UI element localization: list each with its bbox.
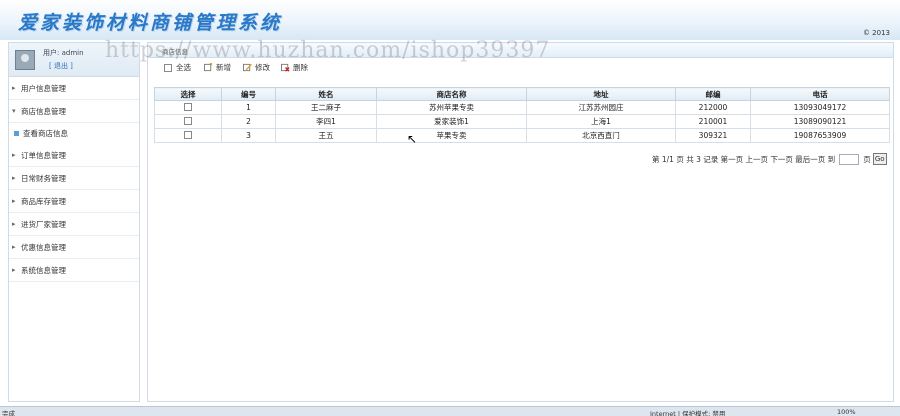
sidebar-item-finance-management[interactable]: ▸ 日常财务管理 <box>9 167 139 190</box>
table-row[interactable]: 3 王五 苹果专卖 北京西直门 309321 19087653909 <box>154 128 890 143</box>
select-all-toggle[interactable]: 全选 <box>164 62 191 73</box>
delete-icon <box>281 63 290 72</box>
sidebar-item-label: 日常财务管理 <box>21 174 66 183</box>
copyright-text: © 2013 <box>862 29 890 37</box>
cell-phone: 19087653909 <box>750 128 890 143</box>
add-button[interactable]: 新增 <box>204 62 231 73</box>
cell-address: 上海1 <box>526 114 676 129</box>
page-number-input[interactable] <box>839 153 860 165</box>
cell-address: 江苏苏州园庄 <box>526 100 676 115</box>
cell-name: 王二麻子 <box>275 100 377 115</box>
sidebar-item-label: 订单信息管理 <box>21 151 66 160</box>
security-zone-text: Internet | 保护模式: 禁用 <box>650 410 726 416</box>
sidebar-item-label: 优惠信息管理 <box>21 243 66 252</box>
column-header-shop-name: 商店名称 <box>376 87 527 101</box>
table-row[interactable]: 1 王二麻子 苏州苹果专卖 江苏苏州园庄 212000 13093049172 <box>154 100 890 115</box>
column-header-zip: 邮编 <box>675 87 751 101</box>
row-select-cell <box>154 128 222 143</box>
watermark-overlay: https://www.huzhan.com/ishop39397 <box>105 38 551 63</box>
select-all-label: 全选 <box>176 63 191 72</box>
sidebar-item-inventory-management[interactable]: ▸ 商品库存管理 <box>9 190 139 213</box>
cell-phone: 13089090121 <box>750 114 890 129</box>
sidebar-item-label: 用户信息管理 <box>21 84 66 93</box>
status-text: 完成 <box>2 410 15 416</box>
chevron-right-icon: ▸ <box>12 220 16 228</box>
row-select-cell <box>154 114 222 129</box>
app-title: 爱家装饰材料商铺管理系统 <box>18 12 283 34</box>
sidebar-item-user-management[interactable]: ▸ 用户信息管理 <box>9 77 139 100</box>
user-name: 用户: admin <box>43 49 84 57</box>
row-checkbox[interactable] <box>184 130 192 139</box>
mouse-cursor-icon: ↖ <box>407 132 418 146</box>
column-header-phone: 电话 <box>750 87 890 101</box>
chevron-right-icon: ▸ <box>12 84 16 92</box>
go-button[interactable]: Go <box>872 153 887 165</box>
delete-button[interactable]: 删除 <box>281 62 308 73</box>
chevron-down-icon: ▾ <box>12 107 16 115</box>
cell-shop-name: 爱家装饰1 <box>376 114 527 129</box>
edit-button[interactable]: 修改 <box>243 62 270 73</box>
chevron-right-icon: ▸ <box>12 151 16 159</box>
sidebar-item-label: 系统信息管理 <box>21 266 66 275</box>
page-suffix: 页 <box>863 154 871 164</box>
sidebar: 用户: admin [ 退出 ] ▸ 用户信息管理 ▾ 商店信息管理 查看商店信… <box>8 42 140 402</box>
shop-table: 选择 编号 姓名 商店名称 地址 邮编 电话 1 王二麻子 苏州苹果专卖 江苏苏… <box>154 87 890 143</box>
edit-icon <box>243 63 252 72</box>
sidebar-item-system-management[interactable]: ▸ 系统信息管理 <box>9 259 139 282</box>
chevron-right-icon: ▸ <box>12 266 16 274</box>
column-header-address: 地址 <box>526 87 676 101</box>
row-checkbox[interactable] <box>184 116 192 125</box>
column-header-name: 姓名 <box>275 87 377 101</box>
sidebar-item-supplier-management[interactable]: ▸ 进货厂家管理 <box>9 213 139 236</box>
add-label: 新增 <box>216 63 231 72</box>
sidebar-subitem-label: 查看商店信息 <box>23 129 68 138</box>
sidebar-item-discount-management[interactable]: ▸ 优惠信息管理 <box>9 236 139 259</box>
pagination: 第 1/1 页 共 3 记录 第一页 上一页 下一页 最后一页 到 页 Go <box>652 153 887 165</box>
table-header-row: 选择 编号 姓名 商店名称 地址 邮编 电话 <box>154 87 890 101</box>
select-all-checkbox[interactable] <box>164 63 172 72</box>
pagination-text: 第 1/1 页 共 3 记录 第一页 上一页 下一页 最后一页 到 <box>652 154 836 164</box>
cell-phone: 13093049172 <box>750 100 890 115</box>
cell-address: 北京西直门 <box>526 128 676 143</box>
chevron-right-icon: ▸ <box>12 197 16 205</box>
sidebar-item-shop-management[interactable]: ▾ 商店信息管理 <box>9 100 139 123</box>
browser-status-bar: 完成 Internet | 保护模式: 禁用 100% <box>0 406 900 416</box>
row-select-cell <box>154 100 222 115</box>
sidebar-subitem-view-shop-info[interactable]: 查看商店信息 <box>9 123 139 144</box>
column-header-select: 选择 <box>154 87 222 101</box>
cell-shop-name: 苹果专卖 <box>376 128 527 143</box>
chevron-right-icon: ▸ <box>12 243 16 251</box>
cell-zip: 309321 <box>675 128 751 143</box>
add-icon <box>204 63 213 72</box>
sidebar-item-label: 商店信息管理 <box>21 107 66 116</box>
row-checkbox[interactable] <box>184 102 192 111</box>
column-header-id: 编号 <box>221 87 276 101</box>
bullet-square-icon <box>14 131 19 136</box>
chevron-right-icon: ▸ <box>12 174 16 182</box>
cell-zip: 210001 <box>675 114 751 129</box>
delete-label: 删除 <box>293 63 308 72</box>
cell-name: 李四1 <box>275 114 377 129</box>
sidebar-item-label: 进货厂家管理 <box>21 220 66 229</box>
zoom-level[interactable]: 100% <box>837 408 856 416</box>
main-panel: 商店信息 全选 新增 修改 删除 选择 编号 姓名 商店名称 地址 邮编 电话 … <box>147 42 894 402</box>
cell-name: 王五 <box>275 128 377 143</box>
cell-zip: 212000 <box>675 100 751 115</box>
sidebar-item-order-management[interactable]: ▸ 订单信息管理 <box>9 144 139 167</box>
table-row[interactable]: 2 李四1 爱家装饰1 上海1 210001 13089090121 <box>154 114 890 129</box>
cell-shop-name: 苏州苹果专卖 <box>376 100 527 115</box>
cell-id: 1 <box>221 100 276 115</box>
app-header: 爱家装饰材料商铺管理系统 © 2013 <box>0 0 900 40</box>
cell-id: 2 <box>221 114 276 129</box>
avatar <box>15 50 35 70</box>
edit-label: 修改 <box>255 63 270 72</box>
logout-link[interactable]: [ 退出 ] <box>49 61 73 71</box>
sidebar-item-label: 商品库存管理 <box>21 197 66 206</box>
cell-id: 3 <box>221 128 276 143</box>
